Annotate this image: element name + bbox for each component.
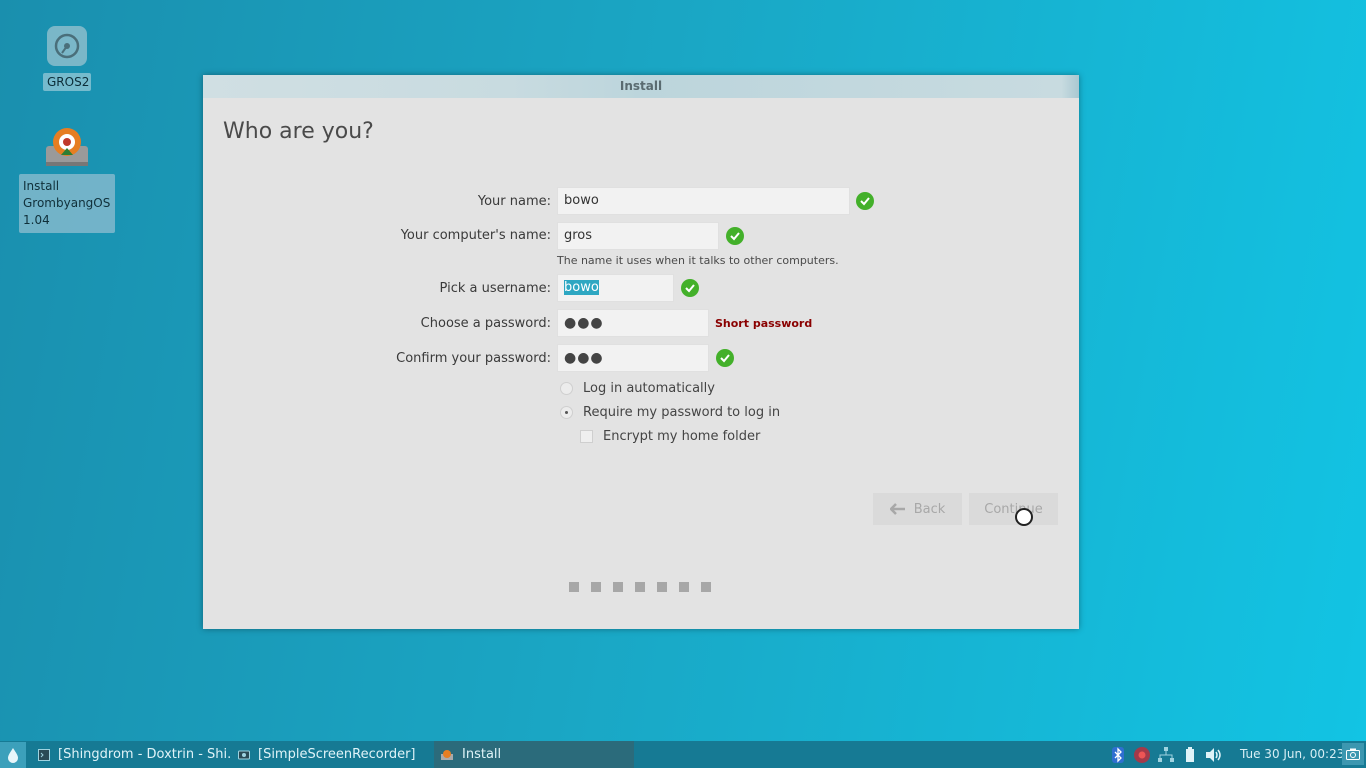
login-automatically-option[interactable]: Log in automatically bbox=[560, 381, 715, 396]
check-icon bbox=[856, 192, 874, 210]
encrypt-home-option[interactable]: Encrypt my home folder bbox=[580, 429, 760, 444]
terminal-icon bbox=[38, 748, 50, 761]
disk-icon bbox=[47, 26, 87, 66]
installer-icon bbox=[42, 124, 92, 170]
taskbar-item-shingdrom[interactable]: [Shingdrom - Doxtrin - Shi... bbox=[32, 741, 230, 768]
battery-icon[interactable] bbox=[1181, 746, 1199, 764]
checkbox[interactable] bbox=[580, 430, 593, 443]
username-value: bowo bbox=[564, 280, 599, 295]
arrow-left-icon bbox=[889, 503, 906, 515]
progress-step bbox=[679, 582, 689, 592]
radio-button[interactable] bbox=[560, 406, 573, 419]
volume-icon[interactable] bbox=[1205, 746, 1223, 764]
progress-indicator bbox=[569, 582, 723, 592]
taskbar-item-label: Install bbox=[462, 747, 502, 762]
desktop-icon-label: GROS2 bbox=[43, 73, 91, 91]
back-button[interactable]: Back bbox=[873, 493, 962, 525]
camera-icon bbox=[1346, 748, 1360, 760]
taskbar-item-label: [Shingdrom - Doxtrin - Shi... bbox=[58, 747, 230, 762]
start-menu-button[interactable] bbox=[0, 742, 26, 768]
computer-name-hint: The name it uses when it talks to other … bbox=[557, 254, 839, 267]
progress-step bbox=[657, 582, 667, 592]
recording-icon[interactable] bbox=[1133, 746, 1151, 764]
clock[interactable]: Tue 30 Jun, 00:23 bbox=[1240, 747, 1344, 761]
installer-icon bbox=[440, 749, 454, 761]
taskbar: [Shingdrom - Doxtrin - Shi... [SimpleScr… bbox=[0, 741, 1366, 768]
computer-name-label: Your computer's name: bbox=[400, 228, 551, 243]
system-tray bbox=[1106, 741, 1226, 768]
progress-step bbox=[701, 582, 711, 592]
username-label: Pick a username: bbox=[439, 281, 551, 296]
busy-cursor-icon bbox=[1015, 508, 1033, 526]
desktop-icon-gros2[interactable]: GROS2 bbox=[43, 26, 91, 91]
name-label: Your name: bbox=[477, 194, 551, 209]
check-icon bbox=[716, 349, 734, 367]
taskbar-item-simplescreenrecorder[interactable]: [SimpleScreenRecorder] bbox=[232, 741, 432, 768]
desktop-icon-install[interactable]: Install GrombyangOS 1.04 bbox=[19, 124, 115, 233]
encrypt-home-label: Encrypt my home folder bbox=[603, 429, 761, 444]
taskbar-item-install[interactable]: Install bbox=[434, 741, 634, 768]
check-icon bbox=[726, 227, 744, 245]
taskbar-item-label: [SimpleScreenRecorder] bbox=[258, 747, 416, 762]
continue-button[interactable]: Continue bbox=[969, 493, 1058, 525]
progress-step bbox=[613, 582, 623, 592]
network-icon[interactable] bbox=[1157, 746, 1175, 764]
installer-window: Install Who are you? Your name: bowo You… bbox=[203, 75, 1079, 629]
radio-button[interactable] bbox=[560, 382, 573, 395]
progress-step bbox=[591, 582, 601, 592]
require-password-option[interactable]: Require my password to log in bbox=[560, 405, 780, 420]
password-warning: Short password bbox=[715, 317, 813, 330]
droplet-logo-icon bbox=[6, 747, 20, 763]
window-title[interactable]: Install bbox=[203, 75, 1079, 98]
computer-name-field[interactable]: gros bbox=[557, 222, 719, 250]
page-title: Who are you? bbox=[223, 119, 374, 144]
confirm-password-label: Confirm your password: bbox=[396, 351, 551, 366]
confirm-password-field[interactable]: ●●● bbox=[557, 344, 709, 372]
username-field[interactable]: bowo bbox=[557, 274, 674, 302]
password-field[interactable]: ●●● bbox=[557, 309, 709, 337]
progress-step bbox=[569, 582, 579, 592]
back-label: Back bbox=[913, 501, 946, 517]
desktop-icon-label: Install GrombyangOS 1.04 bbox=[19, 174, 115, 233]
bluetooth-icon[interactable] bbox=[1109, 746, 1127, 764]
login-automatically-label: Log in automatically bbox=[583, 381, 715, 396]
recorder-icon bbox=[238, 749, 250, 761]
password-label: Choose a password: bbox=[420, 316, 551, 331]
progress-step bbox=[635, 582, 645, 592]
screenshot-button[interactable] bbox=[1342, 743, 1364, 765]
name-field[interactable]: bowo bbox=[557, 187, 850, 215]
check-icon bbox=[681, 279, 699, 297]
require-password-label: Require my password to log in bbox=[583, 405, 781, 420]
